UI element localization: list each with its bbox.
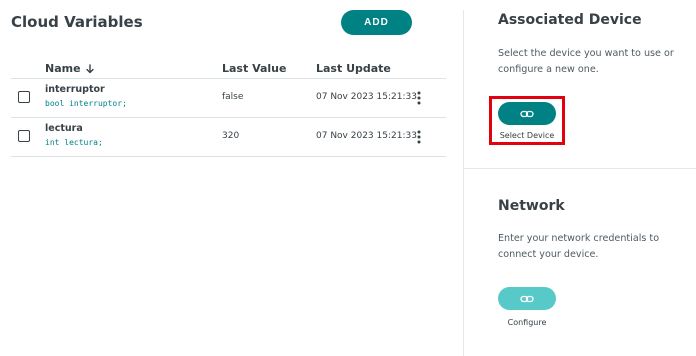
link-icon <box>520 110 534 117</box>
variable-name[interactable]: lectura <box>45 123 83 134</box>
page-title: Cloud Variables <box>11 13 143 31</box>
variable-name[interactable]: interruptor <box>45 84 105 95</box>
select-device-label[interactable]: Select Device <box>492 131 562 140</box>
variable-last-update: 07 Nov 2023 15:21:33 <box>316 131 417 141</box>
column-header-last-value[interactable]: Last Value <box>222 62 286 75</box>
select-device-button[interactable] <box>498 102 556 125</box>
add-variable-button[interactable]: ADD <box>341 10 412 35</box>
network-title: Network <box>498 198 565 214</box>
associated-device-description: Select the device you want to use or con… <box>498 48 674 75</box>
row-checkbox[interactable] <box>18 91 30 103</box>
configure-network-button[interactable] <box>498 287 556 310</box>
variable-last-value: 320 <box>222 131 240 141</box>
table-row[interactable]: interruptor bool interruptor; false 07 N… <box>11 79 446 118</box>
variable-declaration: int lectura; <box>45 138 103 147</box>
cloud-variables-panel: Cloud Variables ADD Name Last Value Last… <box>0 0 463 356</box>
network-description: Enter your network credentials to connec… <box>498 233 660 260</box>
column-header-name[interactable]: Name <box>45 62 95 75</box>
table-row[interactable]: lectura int lectura; 320 07 Nov 2023 15:… <box>11 118 446 157</box>
setup-sidebar: Associated Device Select the device you … <box>464 0 696 356</box>
link-icon <box>520 295 534 302</box>
column-header-last-update[interactable]: Last Update <box>316 62 391 75</box>
arrow-down-icon <box>85 63 94 73</box>
select-device-highlight: Select Device <box>489 96 565 145</box>
section-divider <box>464 168 696 169</box>
column-name-label: Name <box>45 62 81 75</box>
variable-last-update: 07 Nov 2023 15:21:33 <box>316 92 417 102</box>
more-vertical-icon[interactable] <box>415 129 423 145</box>
configure-label[interactable]: Configure <box>498 318 556 327</box>
more-vertical-icon[interactable] <box>415 90 423 106</box>
associated-device-title: Associated Device <box>498 12 642 28</box>
row-checkbox[interactable] <box>18 130 30 142</box>
variable-last-value: false <box>222 92 244 102</box>
variables-table-header: Name Last Value Last Update <box>11 58 446 79</box>
variable-declaration: bool interruptor; <box>45 99 127 108</box>
